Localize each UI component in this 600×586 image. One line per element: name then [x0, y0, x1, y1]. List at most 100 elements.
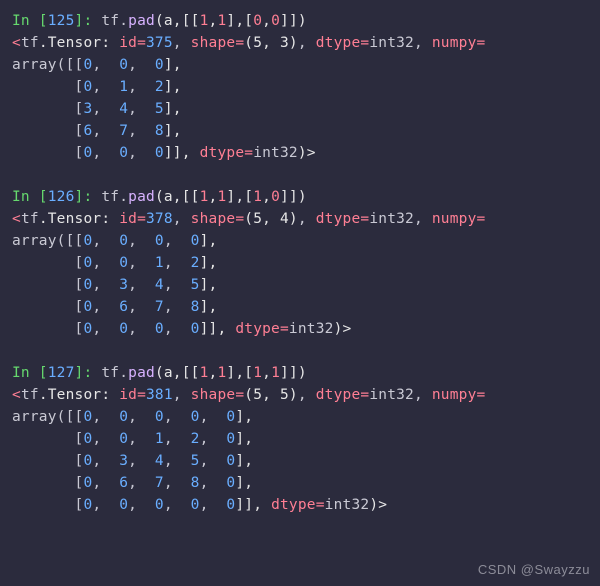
comma: , — [128, 497, 155, 513]
class-name: .Tensor: — [39, 211, 119, 227]
row-close: ], — [164, 101, 182, 117]
code-line: In [127]: tf.pad(a,[[1,1],[1,1]]) — [12, 362, 588, 384]
comma: , — [164, 409, 191, 425]
row-open: [ — [12, 453, 83, 469]
array-number: 0 — [119, 255, 128, 271]
kw: dtype — [200, 145, 245, 161]
comma: , — [414, 35, 432, 51]
comma: , — [173, 35, 191, 51]
ident: tf — [21, 387, 39, 403]
comma: , — [128, 123, 155, 139]
prompt-label: ]: — [75, 365, 102, 381]
row-close: ], — [235, 475, 253, 491]
code-line: [3, 4, 5], — [12, 98, 588, 120]
number: 1 — [200, 365, 209, 381]
eq: = — [360, 35, 369, 51]
kw: shape — [191, 211, 236, 227]
punct: ],[ — [226, 13, 253, 29]
array-number: 0 — [155, 145, 164, 161]
kw: id — [119, 387, 137, 403]
eq: = — [360, 211, 369, 227]
number: 1 — [200, 189, 209, 205]
row-close: ], — [235, 409, 253, 425]
kw: numpy — [432, 387, 477, 403]
array-number: 1 — [155, 431, 164, 447]
angle-bracket: < — [12, 35, 21, 51]
func-name: pad — [128, 189, 155, 205]
number: 375 — [146, 35, 173, 51]
array-number: 4 — [155, 277, 164, 293]
comma: , — [92, 57, 119, 73]
cell: In [127]: tf.pad(a,[[1,1],[1,1]])<tf.Ten… — [12, 362, 588, 516]
array-number: 0 — [191, 233, 200, 249]
kw: shape — [191, 35, 236, 51]
comma: , — [298, 35, 316, 51]
comma: , — [173, 387, 191, 403]
dot: . — [119, 13, 128, 29]
comma: , — [200, 409, 227, 425]
code-line: <tf.Tensor: id=378, shape=(5, 4), dtype=… — [12, 208, 588, 230]
kw: dtype — [316, 211, 361, 227]
comma: , — [164, 233, 191, 249]
comma: , — [92, 497, 119, 513]
array-number: 0 — [155, 57, 164, 73]
func-name: pad — [128, 13, 155, 29]
eq: = — [477, 387, 486, 403]
comma: , — [164, 431, 191, 447]
array-number: 7 — [155, 299, 164, 315]
eq: = — [137, 211, 146, 227]
number: 1 — [200, 13, 209, 29]
array-number: 1 — [155, 255, 164, 271]
blank-line — [12, 164, 588, 186]
eq: = — [360, 387, 369, 403]
comma: , — [414, 387, 432, 403]
prompt-label: ]: — [75, 189, 102, 205]
punct: ]]) — [280, 189, 307, 205]
comma: , — [200, 475, 227, 491]
row-close: ], — [200, 255, 218, 271]
code-line: array([[0, 0, 0, 0, 0], — [12, 406, 588, 428]
comma: , — [92, 101, 119, 117]
comma: , — [92, 453, 119, 469]
code-line: [0, 3, 4, 5, 0], — [12, 450, 588, 472]
comma: , — [92, 79, 119, 95]
code-line: [6, 7, 8], — [12, 120, 588, 142]
array-number: 0 — [119, 321, 128, 337]
number: 1 — [253, 365, 262, 381]
punct: , — [262, 13, 271, 29]
comma: , — [128, 431, 155, 447]
punct: (a,[[ — [155, 365, 200, 381]
row-open: [ — [12, 123, 83, 139]
comma: , — [92, 123, 119, 139]
number: 0 — [253, 13, 262, 29]
array-number: 0 — [119, 431, 128, 447]
row-close: ]], — [235, 497, 271, 513]
code-line: [0, 0, 1, 2, 0], — [12, 428, 588, 450]
number: 0 — [271, 189, 280, 205]
comma: , — [128, 233, 155, 249]
dtype: int32 — [289, 321, 334, 337]
comma: , — [92, 475, 119, 491]
row-close: ], — [164, 57, 182, 73]
kw: id — [119, 211, 137, 227]
row-close: ]], — [164, 145, 200, 161]
row-close: ], — [235, 431, 253, 447]
row-close: ]], — [200, 321, 236, 337]
comma: , — [164, 453, 191, 469]
class-name: .Tensor: — [39, 35, 119, 51]
array-number: 0 — [155, 497, 164, 513]
number: 378 — [146, 211, 173, 227]
dtype: int32 — [369, 35, 414, 51]
row-open: [ — [12, 475, 83, 491]
code-line: array([[0, 0, 0], — [12, 54, 588, 76]
kw: dtype — [235, 321, 280, 337]
row-open: [ — [12, 79, 83, 95]
row-close: ], — [200, 233, 218, 249]
eq: = — [316, 497, 325, 513]
prompt-number: 126 — [48, 189, 75, 205]
kw: shape — [191, 387, 236, 403]
array-number: 0 — [155, 233, 164, 249]
array-number: 2 — [191, 431, 200, 447]
code-line: [0, 0, 0, 0, 0]], dtype=int32)> — [12, 494, 588, 516]
prompt-label: ]: — [75, 13, 102, 29]
